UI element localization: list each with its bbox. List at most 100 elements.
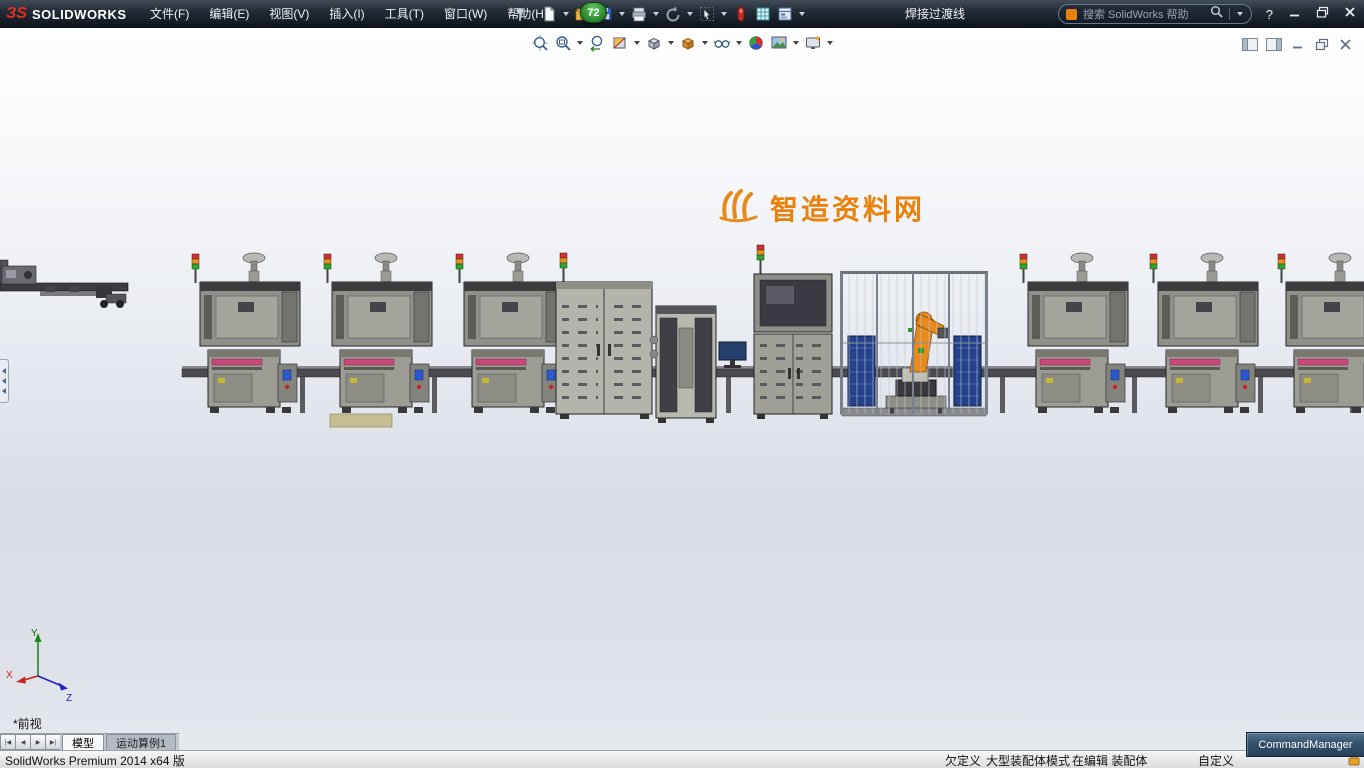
select-cursor-icon[interactable] (698, 5, 716, 23)
dropdown-caret-icon[interactable] (687, 12, 693, 16)
close-icon[interactable] (1344, 5, 1356, 23)
orientation-triad: Y Z X (6, 628, 72, 704)
station-5[interactable] (1150, 253, 1258, 413)
window-controls: ? (1266, 0, 1356, 28)
assembly-model[interactable]: Y Z X (0, 28, 1364, 750)
print-icon[interactable] (630, 5, 648, 23)
menu-file[interactable]: 文件(F) (140, 0, 199, 28)
notification-badge: 72 (580, 2, 607, 23)
expand-left-icon (2, 368, 6, 374)
tab-scroll-next-button[interactable]: ▶ (30, 734, 45, 750)
document-window-controls (1241, 37, 1354, 51)
triad-y-label: Y (31, 628, 38, 639)
gantry-loader[interactable] (0, 260, 128, 308)
command-manager-label[interactable]: CommandManager (1246, 732, 1364, 757)
section-view-icon[interactable] (610, 33, 630, 53)
zoom-to-fit-icon[interactable] (530, 33, 550, 53)
menu-bar: 文件(F) 编辑(E) 视图(V) 插入(I) 工具(T) 窗口(W) 帮助(H… (140, 0, 558, 28)
caret-icon[interactable] (1237, 12, 1243, 16)
hide-show-items-icon[interactable] (712, 33, 732, 53)
undo-icon[interactable] (664, 5, 682, 23)
robot-cell[interactable] (840, 271, 988, 416)
close-doc-icon[interactable] (1337, 37, 1354, 51)
watermark-text: 智造资料网 (770, 188, 925, 228)
watermark: 智造资料网 (716, 186, 925, 229)
solidworks-logo: ЗS SOLIDWORKS (6, 0, 127, 28)
dropdown-caret-icon[interactable] (634, 41, 640, 45)
dropdown-caret-icon[interactable] (702, 41, 708, 45)
menu-window[interactable]: 窗口(W) (434, 0, 497, 28)
restore-icon[interactable] (1316, 5, 1329, 23)
watermark-logo-icon (716, 186, 760, 229)
dropdown-caret-icon[interactable] (668, 41, 674, 45)
document-title: 焊接过渡线 (905, 0, 965, 28)
station-4[interactable] (1020, 253, 1128, 413)
triad-z-label: Z (66, 693, 72, 704)
edit-appearance-icon[interactable] (746, 33, 766, 53)
help-icon[interactable]: ? (1266, 7, 1273, 22)
floor-mat[interactable] (330, 414, 392, 427)
dropdown-caret-icon[interactable] (736, 41, 742, 45)
menu-view[interactable]: 视图(V) (259, 0, 319, 28)
dropdown-caret-icon[interactable] (799, 12, 805, 16)
menu-insert[interactable]: 插入(I) (319, 0, 374, 28)
view-orientation-icon[interactable] (644, 33, 664, 53)
heads-up-toolbar (530, 33, 834, 53)
dropdown-caret-icon[interactable] (793, 41, 799, 45)
dropdown-caret-icon[interactable] (577, 41, 583, 45)
tab-scroll-last-button[interactable]: ▶| (45, 734, 60, 750)
display-style-icon[interactable] (678, 33, 698, 53)
tab-scroll-prev-button[interactable]: ◀ (15, 734, 30, 750)
solidworks-window: ЗS SOLIDWORKS 文件(F) 编辑(E) 视图(V) 插入(I) 工具… (0, 0, 1364, 768)
search-icon[interactable] (1210, 5, 1223, 23)
station-2[interactable] (324, 253, 432, 413)
tab-scroll-first-button[interactable]: |◀ (0, 734, 15, 750)
monitor[interactable] (719, 342, 746, 368)
electrical-cabinet[interactable] (556, 253, 652, 419)
dropdown-caret-icon[interactable] (653, 12, 659, 16)
view-settings-icon[interactable] (803, 33, 823, 53)
design-library-icon[interactable] (754, 5, 772, 23)
graphics-area[interactable]: Y Z X 智造资料网 (0, 28, 1364, 750)
search-placeholder: 搜索 SolidWorks 帮助 (1083, 6, 1204, 22)
feature-panel-flyout[interactable] (0, 359, 9, 403)
pane-left-icon[interactable] (1241, 37, 1258, 51)
minimize-doc-icon[interactable] (1289, 37, 1306, 51)
previous-view-icon[interactable] (587, 33, 607, 53)
definition-status: 欠定义 (945, 752, 981, 768)
tab-motion-study-1[interactable]: 运动算例1 (106, 734, 176, 750)
pane-right-icon[interactable] (1265, 37, 1282, 51)
help-search-box[interactable]: 搜索 SolidWorks 帮助 (1058, 4, 1252, 24)
station-3[interactable] (456, 253, 564, 413)
pin-menu-icon[interactable] (514, 7, 526, 27)
status-bar: SolidWorks Premium 2014 x64 版 欠定义 大型装配体模… (0, 750, 1364, 768)
zoom-to-area-icon[interactable] (553, 33, 573, 53)
dropdown-caret-icon[interactable] (827, 41, 833, 45)
view-orientation-label: *前视 (13, 715, 42, 732)
help-flag-icon (1066, 9, 1077, 20)
new-document-icon[interactable] (540, 5, 558, 23)
minimize-icon[interactable] (1288, 5, 1301, 23)
restore-doc-icon[interactable] (1313, 37, 1330, 51)
options-icon[interactable] (776, 5, 794, 23)
control-cabinet[interactable] (754, 245, 832, 419)
station-6[interactable] (1278, 253, 1364, 413)
separator (1229, 8, 1230, 20)
study-tab-bar: |◀ ◀ ▶ ▶| 模型 运动算例1 (0, 733, 179, 750)
triad-x-label: X (6, 670, 13, 681)
lifter-unit[interactable] (650, 306, 716, 423)
dropdown-caret-icon[interactable] (563, 12, 569, 16)
apply-scene-icon[interactable] (769, 33, 789, 53)
menu-tools[interactable]: 工具(T) (375, 0, 434, 28)
dropdown-caret-icon[interactable] (619, 12, 625, 16)
tab-model[interactable]: 模型 (62, 734, 104, 750)
3d-mouse-icon[interactable] (732, 5, 750, 23)
editing-status: 在编辑 装配体 (1072, 752, 1147, 768)
titlebar: ЗS SOLIDWORKS 文件(F) 编辑(E) 视图(V) 插入(I) 工具… (0, 0, 1364, 28)
brand-name: SOLIDWORKS (32, 7, 127, 22)
customize-menu[interactable]: 自定义 (1198, 752, 1234, 768)
dropdown-caret-icon[interactable] (721, 12, 727, 16)
station-1[interactable] (192, 253, 300, 413)
menu-edit[interactable]: 编辑(E) (199, 0, 259, 28)
product-version-label: SolidWorks Premium 2014 x64 版 (5, 752, 185, 768)
